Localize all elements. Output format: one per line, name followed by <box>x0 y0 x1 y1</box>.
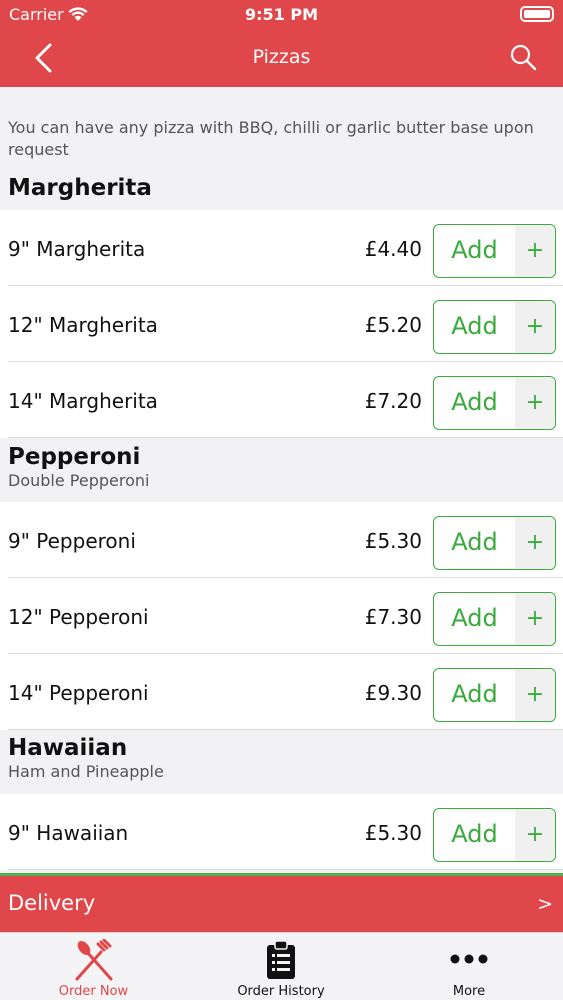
item-price: £7.30 <box>364 605 422 629</box>
tab-label: Order History <box>237 984 325 999</box>
tab-order-now[interactable]: Order Now <box>0 933 187 1000</box>
item-name: 12" Margherita <box>8 313 158 337</box>
add-label: Add <box>451 312 498 340</box>
tab-label: Order Now <box>58 984 129 999</box>
delivery-button[interactable]: Delivery > <box>0 873 563 932</box>
add-label: Add <box>451 604 498 632</box>
add-button[interactable]: Add + <box>433 668 556 722</box>
item-price: £5.30 <box>364 529 422 553</box>
search-icon[interactable] <box>509 43 537 71</box>
item-name: 9" Margherita <box>8 237 146 261</box>
item-price: £7.20 <box>364 389 422 413</box>
clipboard-list-icon <box>267 940 295 979</box>
plus-icon: + <box>515 593 555 645</box>
tab-label: More <box>452 984 486 999</box>
plus-icon: + <box>515 809 555 861</box>
add-button[interactable]: Add + <box>433 516 556 570</box>
section-description: Ham and Pineapple <box>8 762 164 781</box>
item-price: £5.20 <box>364 313 422 337</box>
add-label: Add <box>451 236 498 264</box>
divider <box>8 437 563 438</box>
page-title: Pizzas <box>252 46 311 68</box>
item-price: £4.40 <box>364 237 422 261</box>
item-price: £5.30 <box>364 821 422 845</box>
add-button[interactable]: Add + <box>433 224 556 278</box>
menu-item-row: 12" Pepperoni £7.30 Add + <box>0 578 563 654</box>
menu-item-row: 9" Hawaiian £5.30 Add + <box>0 794 563 870</box>
menu-item-row: 9" Pepperoni £5.30 Add + <box>0 502 563 578</box>
plus-icon: + <box>515 225 555 277</box>
add-label: Add <box>451 820 498 848</box>
plus-icon: + <box>515 301 555 353</box>
section-title: Pepperoni <box>8 444 141 470</box>
section-title: Margherita <box>8 175 152 201</box>
section-description: Double Pepperoni <box>8 471 150 490</box>
intro-text: You can have any pizza with BBQ, chilli … <box>8 118 534 159</box>
plus-icon: + <box>515 517 555 569</box>
item-name: 9" Pepperoni <box>8 529 136 553</box>
menu-item-row: 14" Margherita £7.20 Add + <box>0 362 563 438</box>
menu-list[interactable]: You can have any pizza with BBQ, chilli … <box>0 87 563 873</box>
add-label: Add <box>451 388 498 416</box>
item-name: 12" Pepperoni <box>8 605 149 629</box>
add-button[interactable]: Add + <box>433 808 556 862</box>
menu-item-row: 14" Pepperoni £9.30 Add + <box>0 654 563 730</box>
add-label: Add <box>451 528 498 556</box>
item-name: 14" Pepperoni <box>8 681 149 705</box>
status-bar: Carrier 9:51 PM <box>0 0 563 30</box>
item-price: £9.30 <box>364 681 422 705</box>
item-name: 9" Hawaiian <box>8 821 129 845</box>
section-header-hawaiian: Hawaiian Ham and Pineapple <box>8 735 164 781</box>
battery-icon <box>520 6 554 22</box>
delivery-label: Delivery <box>8 891 96 915</box>
plus-icon: + <box>515 669 555 721</box>
divider <box>8 869 563 870</box>
add-button[interactable]: Add + <box>433 592 556 646</box>
menu-item-row: 9" Margherita £4.40 Add + <box>0 210 563 286</box>
add-button[interactable]: Add + <box>433 376 556 430</box>
add-button[interactable]: Add + <box>433 300 556 354</box>
more-dots-icon <box>450 954 488 964</box>
fork-knife-icon <box>75 939 112 981</box>
plus-icon: + <box>515 377 555 429</box>
item-name: 14" Margherita <box>8 389 158 413</box>
divider <box>8 729 563 730</box>
section-header-margherita: Margherita <box>8 175 152 201</box>
add-label: Add <box>451 680 498 708</box>
section-title: Hawaiian <box>8 735 128 761</box>
clock: 9:51 PM <box>244 5 318 24</box>
tab-more[interactable]: More <box>375 933 563 1000</box>
tab-bar: Order Now Order History More <box>0 932 563 1000</box>
section-header-pepperoni: Pepperoni Double Pepperoni <box>8 444 149 490</box>
nav-bar: Pizzas <box>0 30 563 87</box>
menu-item-row: 12" Margherita £5.20 Add + <box>0 286 563 362</box>
chevron-right-icon: > <box>537 893 553 915</box>
tab-order-history[interactable]: Order History <box>187 933 375 1000</box>
